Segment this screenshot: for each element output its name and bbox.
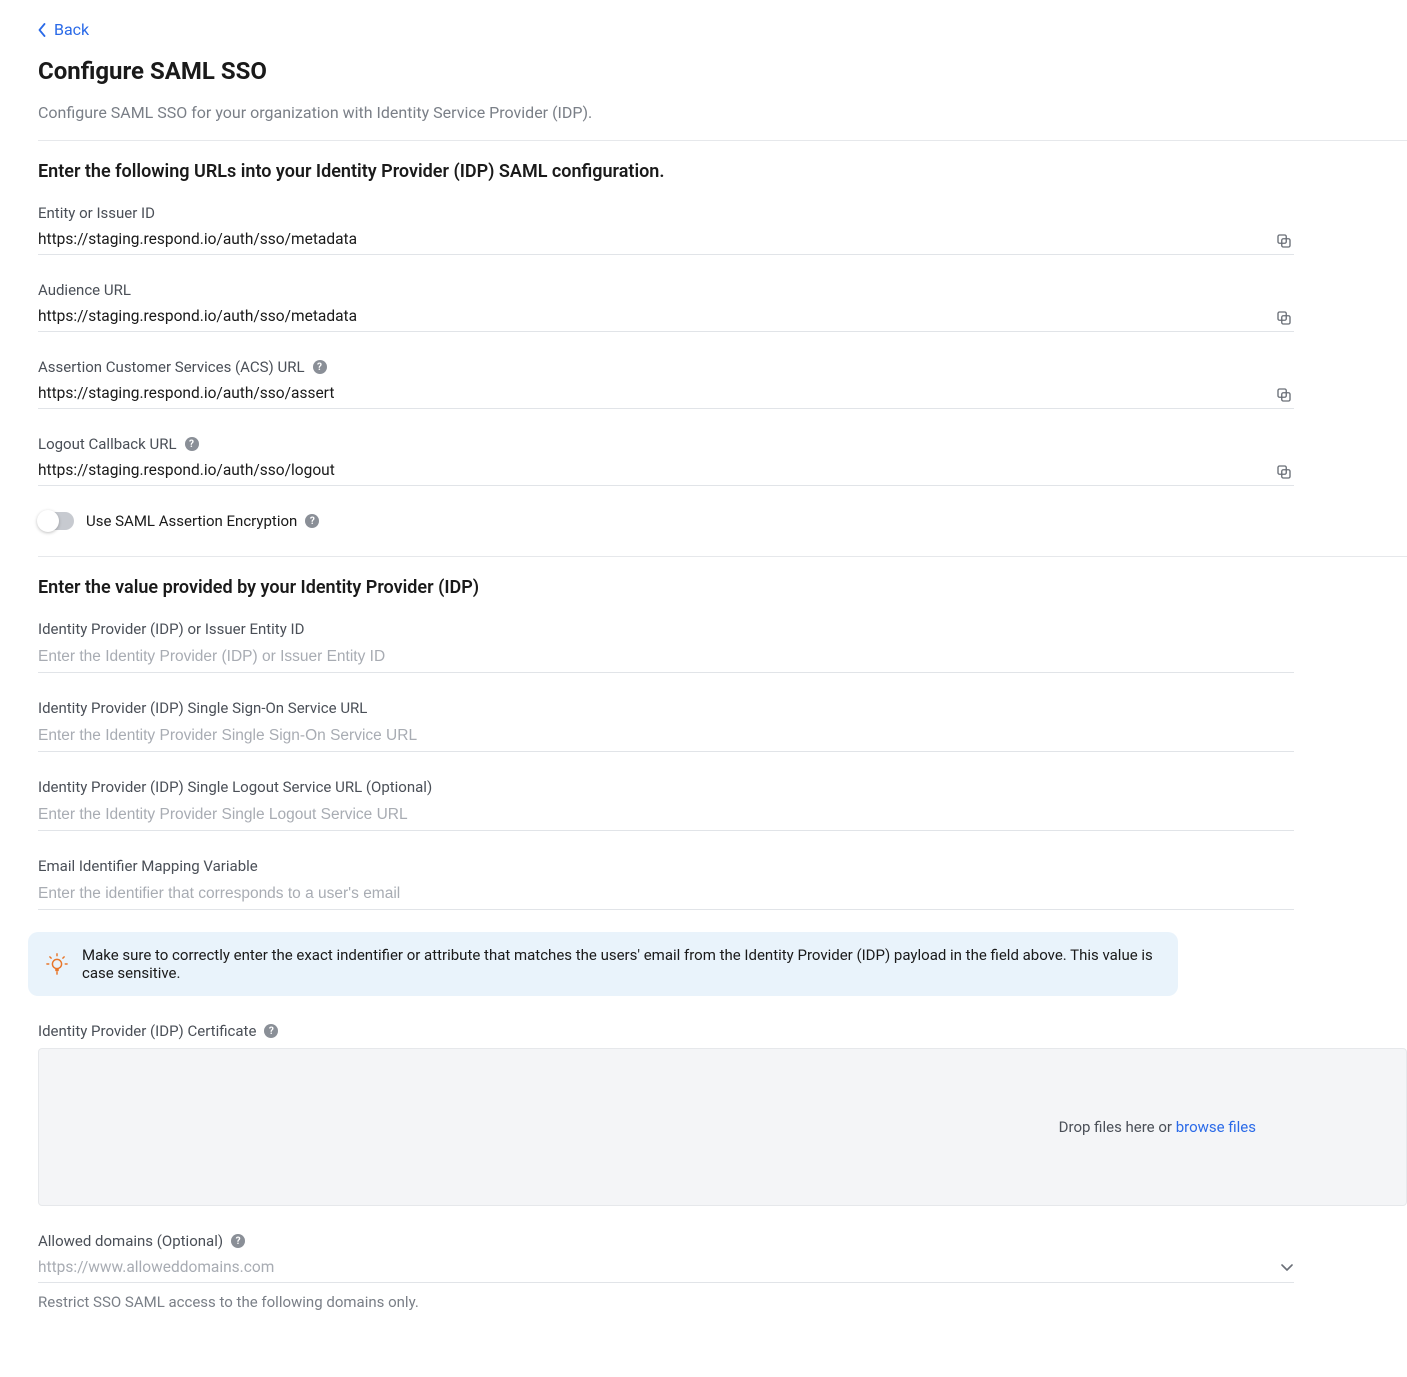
entity-id-value: https://staging.respond.io/auth/sso/meta… xyxy=(38,230,1264,248)
idp-slo-input[interactable] xyxy=(38,806,1294,824)
audience-url-label: Audience URL xyxy=(38,281,1407,299)
back-link[interactable]: Back xyxy=(38,20,89,39)
field-email-map: Email Identifier Mapping Variable xyxy=(38,857,1407,910)
help-icon[interactable]: ? xyxy=(305,514,319,528)
copy-icon[interactable] xyxy=(1274,231,1294,251)
acs-url-value: https://staging.respond.io/auth/sso/asse… xyxy=(38,384,1264,402)
lightbulb-icon xyxy=(46,953,68,975)
field-idp-slo: Identity Provider (IDP) Single Logout Se… xyxy=(38,778,1407,831)
entity-id-label: Entity or Issuer ID xyxy=(38,204,1407,222)
logout-url-label: Logout Callback URL xyxy=(38,435,177,453)
chevron-left-icon xyxy=(38,23,46,37)
help-icon[interactable]: ? xyxy=(264,1024,278,1038)
allowed-domains-label: Allowed domains (Optional) xyxy=(38,1232,223,1250)
chevron-down-icon xyxy=(1280,1260,1294,1274)
help-icon[interactable]: ? xyxy=(231,1234,245,1248)
back-label: Back xyxy=(54,20,89,39)
field-acs-url: Assertion Customer Services (ACS) URL ? … xyxy=(38,358,1407,409)
allowed-domains-placeholder: https://www.alloweddomains.com xyxy=(38,1258,1280,1276)
divider xyxy=(38,140,1407,141)
encryption-toggle[interactable] xyxy=(38,512,74,530)
divider xyxy=(38,556,1407,557)
acs-url-label: Assertion Customer Services (ACS) URL xyxy=(38,358,305,376)
page-title: Configure SAML SSO xyxy=(38,57,1407,85)
field-logout-url: Logout Callback URL ? https://staging.re… xyxy=(38,435,1407,486)
field-idp-cert: Identity Provider (IDP) Certificate ? Dr… xyxy=(38,1022,1407,1206)
section1-title: Enter the following URLs into your Ident… xyxy=(38,161,1407,182)
tip-banner: Make sure to correctly enter the exact i… xyxy=(28,932,1178,996)
allowed-domains-help: Restrict SSO SAML access to the followin… xyxy=(38,1293,1407,1311)
field-idp-entity: Identity Provider (IDP) or Issuer Entity… xyxy=(38,620,1407,673)
cert-dropzone[interactable]: Drop files here or browse files xyxy=(38,1048,1407,1206)
audience-url-value: https://staging.respond.io/auth/sso/meta… xyxy=(38,307,1264,325)
copy-icon[interactable] xyxy=(1274,462,1294,482)
email-map-input[interactable] xyxy=(38,885,1294,903)
idp-cert-label: Identity Provider (IDP) Certificate xyxy=(38,1022,256,1040)
logout-url-value: https://staging.respond.io/auth/sso/logo… xyxy=(38,461,1264,479)
field-entity-id: Entity or Issuer ID https://staging.resp… xyxy=(38,204,1407,255)
allowed-domains-select[interactable]: https://www.alloweddomains.com xyxy=(38,1258,1294,1283)
drop-text: Drop files here or xyxy=(1059,1118,1176,1136)
page-subtitle: Configure SAML SSO for your organization… xyxy=(38,103,1407,122)
field-idp-sso: Identity Provider (IDP) Single Sign-On S… xyxy=(38,699,1407,752)
idp-slo-label: Identity Provider (IDP) Single Logout Se… xyxy=(38,778,1407,796)
help-icon[interactable]: ? xyxy=(313,360,327,374)
dropzone-text: Drop files here or browse files xyxy=(1059,1118,1256,1136)
encryption-toggle-label: Use SAML Assertion Encryption xyxy=(86,512,297,530)
help-icon[interactable]: ? xyxy=(185,437,199,451)
idp-entity-label: Identity Provider (IDP) or Issuer Entity… xyxy=(38,620,1407,638)
idp-entity-input[interactable] xyxy=(38,648,1294,666)
email-map-label: Email Identifier Mapping Variable xyxy=(38,857,1407,875)
copy-icon[interactable] xyxy=(1274,385,1294,405)
field-allowed-domains: Allowed domains (Optional) ? https://www… xyxy=(38,1232,1407,1311)
encryption-toggle-row: Use SAML Assertion Encryption ? xyxy=(38,512,1407,530)
field-audience-url: Audience URL https://staging.respond.io/… xyxy=(38,281,1407,332)
idp-sso-label: Identity Provider (IDP) Single Sign-On S… xyxy=(38,699,1407,717)
browse-files-link[interactable]: browse files xyxy=(1176,1118,1256,1136)
section2-title: Enter the value provided by your Identit… xyxy=(38,577,1407,598)
idp-sso-input[interactable] xyxy=(38,727,1294,745)
tip-text: Make sure to correctly enter the exact i… xyxy=(82,946,1160,982)
copy-icon[interactable] xyxy=(1274,308,1294,328)
